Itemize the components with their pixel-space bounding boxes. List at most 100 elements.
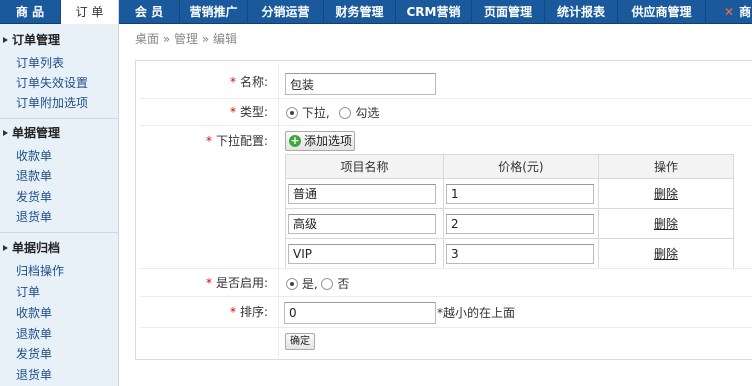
tab-members[interactable]: 会 员 — [119, 0, 180, 24]
enabled-yes-label: 是, — [301, 277, 318, 291]
required-mark: * — [229, 105, 236, 119]
tab-distribution[interactable]: 分销运营 — [248, 0, 324, 24]
table-row: 删除 — [285, 238, 735, 269]
sidebar-item-archive-orders[interactable]: 订单 — [16, 282, 40, 302]
tab-orders[interactable]: 订 单 — [61, 0, 119, 24]
table-cell: 删除 — [597, 238, 735, 269]
add-option-label: 添加选项 — [304, 134, 353, 148]
sidebar-item-archive-refunds[interactable]: 退款单 — [16, 324, 52, 344]
sidebar-section-order-manage[interactable]: 订单管理 — [0, 29, 118, 51]
column-header-action: 操作 — [597, 154, 735, 179]
sort-hint: *越小的在上面 — [437, 306, 516, 320]
name-label: * 名称: — [150, 73, 268, 91]
type-label-text: 类型: — [239, 105, 268, 119]
sidebar-item-returns[interactable]: 退货单 — [16, 207, 52, 227]
sort-label-text: 排序: — [239, 305, 268, 319]
type-checkbox-radio[interactable] — [339, 107, 352, 119]
table-cell: 删除 — [597, 208, 735, 239]
table-cell — [442, 178, 599, 209]
tab-pages[interactable]: 页面管理 — [472, 0, 545, 24]
sidebar-item-shipments[interactable]: 发货单 — [16, 187, 52, 207]
table-row: 删除 — [285, 178, 735, 209]
required-mark: * — [229, 75, 236, 89]
sort-label: * 排序: — [150, 303, 268, 321]
table-cell — [442, 238, 599, 269]
sidebar-section-documents[interactable]: 单据管理 — [0, 122, 118, 144]
breadcrumb-separator: » — [162, 32, 171, 46]
sidebar-divider — [0, 118, 118, 119]
row-divider — [140, 125, 752, 126]
sidebar-item-archive-shipments[interactable]: 发货单 — [16, 344, 52, 364]
option-name-input[interactable] — [288, 183, 436, 204]
name-input[interactable] — [285, 73, 436, 95]
option-name-input[interactable] — [288, 213, 436, 234]
add-option-button[interactable]: + 添加选项 — [285, 131, 355, 151]
breadcrumb-manage[interactable]: 管理 — [174, 32, 198, 46]
column-header-item-name: 项目名称 — [285, 154, 444, 179]
enabled-no-label: 否 — [337, 277, 350, 291]
tab-marketing[interactable]: 营销推广 — [180, 0, 248, 24]
delete-link[interactable]: 删除 — [654, 187, 678, 201]
type-dropdown-label: 下拉, — [301, 106, 330, 120]
delete-link[interactable]: 删除 — [654, 247, 678, 261]
breadcrumb-separator: » — [201, 32, 210, 46]
top-nav: 商 品 订 单 会 员 营销推广 分销运营 财务管理 CRM营销 页面管理 统计… — [0, 0, 752, 24]
delete-link[interactable]: 删除 — [654, 217, 678, 231]
type-radio-group: 下拉, 勾选 — [286, 104, 379, 122]
table-cell — [285, 178, 444, 209]
submit-button[interactable]: 确定 — [285, 333, 315, 350]
table-cell — [285, 238, 444, 269]
type-dropdown-radio[interactable] — [286, 107, 298, 119]
breadcrumb-edit: 编辑 — [213, 32, 238, 46]
required-mark: * — [205, 134, 212, 148]
option-price-input[interactable] — [445, 183, 594, 204]
dropdown-config-label-text: 下拉配置: — [215, 134, 268, 148]
enabled-label-text: 是否启用: — [215, 276, 268, 290]
column-header-price: 价格(元) — [442, 154, 599, 179]
tab-reports[interactable]: 统计报表 — [545, 0, 618, 24]
table-cell — [442, 208, 599, 239]
tab-finance[interactable]: 财务管理 — [324, 0, 396, 24]
table-header-row: 项目名称 价格(元) 操作 — [285, 154, 735, 179]
enabled-yes-radio[interactable] — [286, 278, 298, 290]
dropdown-config-label: * 下拉配置: — [150, 132, 268, 150]
row-divider — [140, 296, 752, 297]
label-column-divider — [278, 64, 279, 358]
tab-products[interactable]: 商 品 — [0, 0, 61, 24]
enabled-label: * 是否启用: — [150, 274, 268, 292]
tab-more[interactable]: ✕ 商 — [706, 0, 752, 24]
required-mark: * — [229, 305, 236, 319]
breadcrumb-desktop[interactable]: 桌面 — [135, 32, 159, 46]
plus-icon: + — [289, 134, 301, 147]
sidebar-item-order-list[interactable]: 订单列表 — [16, 53, 64, 73]
tools-icon: ✕ — [724, 5, 735, 19]
row-divider — [140, 268, 752, 269]
sidebar-item-archive-receipts[interactable]: 收款单 — [16, 303, 52, 323]
breadcrumb: 桌面 » 管理 » 编辑 — [135, 30, 237, 48]
table-cell: 删除 — [597, 178, 735, 209]
option-price-input[interactable] — [445, 243, 594, 264]
sidebar-item-receipts[interactable]: 收款单 — [16, 146, 52, 166]
tab-more-label: 商 — [739, 5, 752, 19]
sidebar-item-order-expiry[interactable]: 订单失效设置 — [16, 73, 88, 93]
table-cell — [285, 208, 444, 239]
sort-input[interactable] — [284, 302, 436, 324]
tab-suppliers[interactable]: 供应商管理 — [618, 0, 706, 24]
sidebar-divider — [0, 232, 118, 233]
options-table: 项目名称 价格(元) 操作 删除 删除 删除 — [285, 154, 735, 269]
table-row: 删除 — [285, 208, 735, 239]
sidebar-item-archive-ops[interactable]: 归档操作 — [16, 261, 64, 281]
sidebar-item-order-extra-options[interactable]: 订单附加选项 — [16, 93, 88, 113]
name-label-text: 名称: — [239, 75, 268, 89]
type-checkbox-label: 勾选 — [355, 106, 380, 120]
sidebar: 订单管理 订单列表 订单失效设置 订单附加选项 单据管理 收款单 退款单 发货单… — [0, 24, 119, 386]
required-mark: * — [205, 276, 212, 290]
enabled-no-radio[interactable] — [321, 278, 334, 290]
sidebar-item-archive-returns[interactable]: 退货单 — [16, 365, 52, 385]
tab-crm[interactable]: CRM营销 — [396, 0, 472, 24]
option-name-input[interactable] — [288, 243, 436, 264]
enabled-radio-group: 是, 否 — [286, 275, 349, 293]
option-price-input[interactable] — [445, 213, 594, 234]
sidebar-item-refunds[interactable]: 退款单 — [16, 166, 52, 186]
sidebar-section-archive[interactable]: 单据归档 — [0, 237, 118, 259]
